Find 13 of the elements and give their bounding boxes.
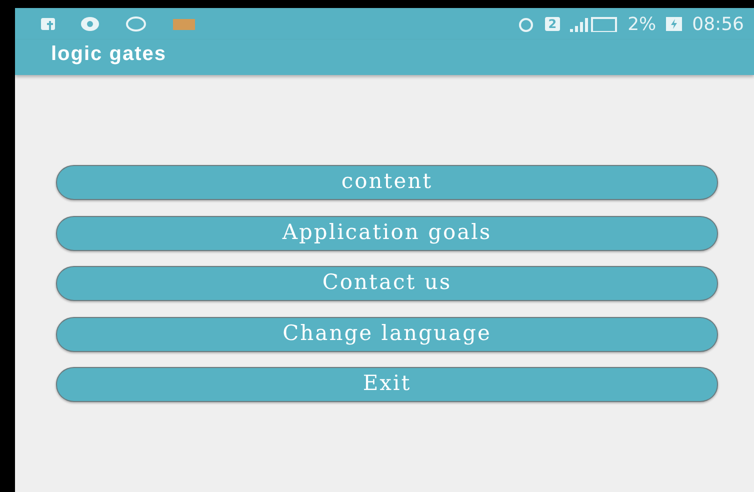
clock-time: 08:56: [692, 14, 744, 34]
menu-button[interactable]: Application goals: [56, 216, 718, 250]
alarm-icon: [517, 16, 536, 32]
battery-percent: 2%: [628, 14, 656, 34]
signal-icon: [570, 16, 618, 32]
menu-button[interactable]: Exit: [56, 367, 718, 402]
battery-charging-icon: [666, 17, 682, 31]
app-title: logic gates: [51, 43, 166, 67]
menu-button[interactable]: Change language: [56, 316, 718, 352]
sim-badge: 2: [545, 17, 560, 31]
chat-bubble-icon: [125, 16, 147, 32]
menu-button[interactable]: content: [56, 165, 718, 200]
menu-button[interactable]: Contact us: [56, 266, 718, 301]
